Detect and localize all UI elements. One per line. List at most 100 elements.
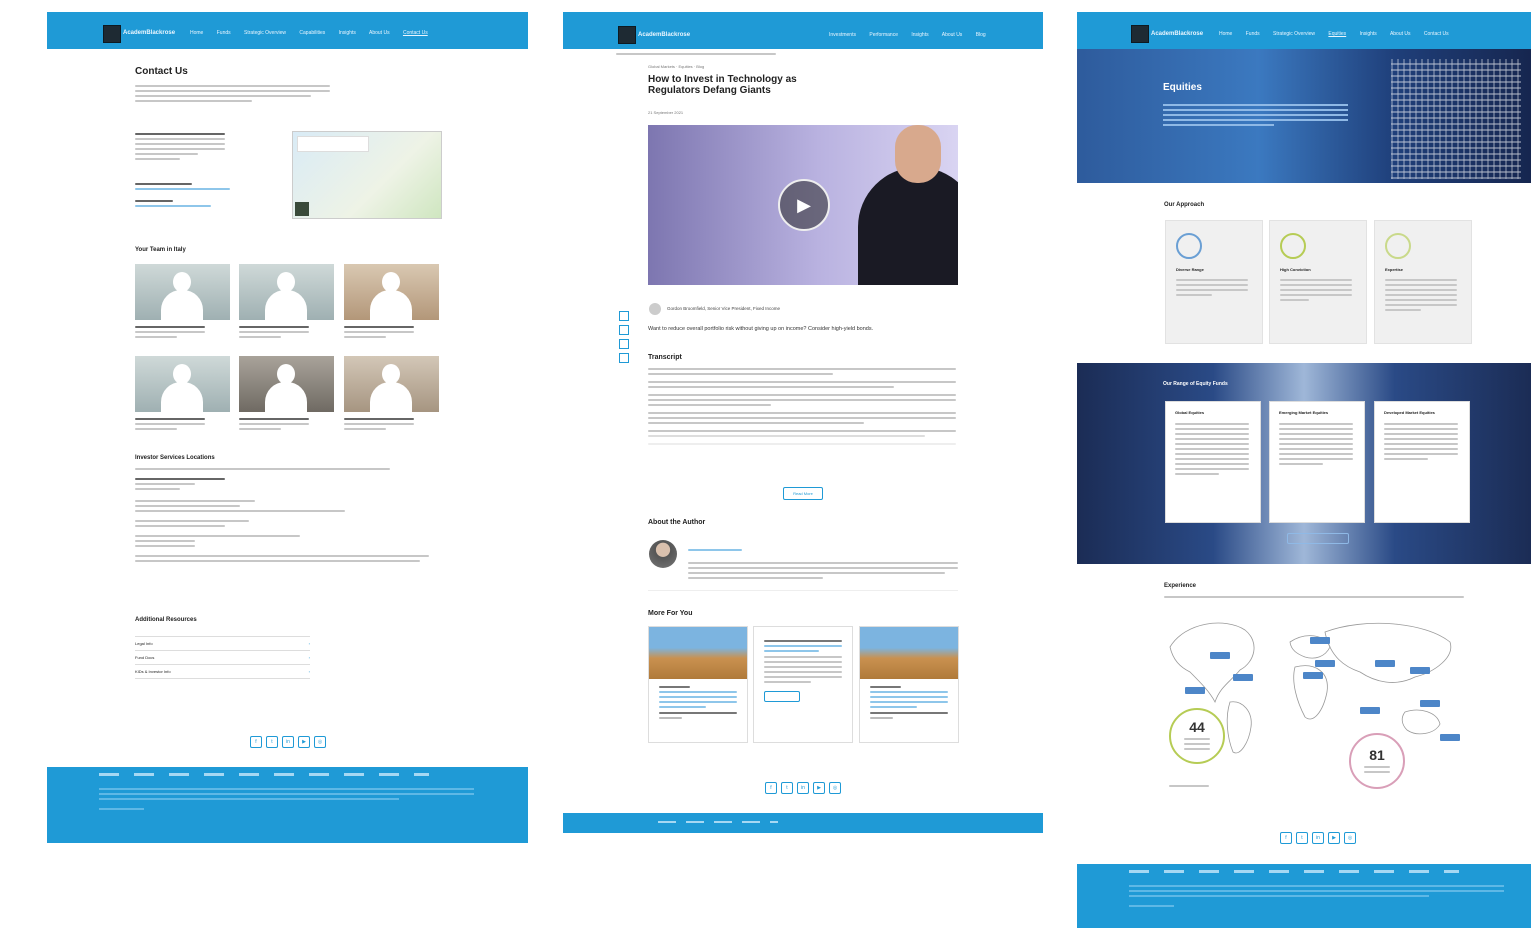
map-location-pin[interactable]: [1360, 707, 1380, 714]
brand-name: AcademBlackrose: [1151, 31, 1204, 37]
nav-insights[interactable]: Insights: [339, 30, 356, 36]
breadcrumb[interactable]: [616, 50, 776, 58]
related-card-image: [860, 627, 958, 679]
related-card-text: [860, 679, 958, 726]
instagram-icon[interactable]: ◎: [829, 782, 841, 794]
range-card[interactable]: Emerging Market Equities: [1269, 401, 1365, 523]
nav-investments[interactable]: Investments: [829, 32, 856, 38]
youtube-icon[interactable]: ▶: [1328, 832, 1340, 844]
nav-contact[interactable]: Contact Us: [403, 30, 428, 36]
top-navbar: AcademBlackrose Home Funds Strategic Ove…: [1077, 12, 1531, 49]
location-map[interactable]: [292, 131, 442, 219]
divider: [648, 590, 958, 591]
nav-insights[interactable]: Insights: [1360, 31, 1377, 37]
instagram-icon[interactable]: ◎: [1344, 832, 1356, 844]
twitter-icon[interactable]: t: [266, 736, 278, 748]
range-cta-button[interactable]: [1287, 533, 1349, 544]
map-location-pin[interactable]: [1303, 672, 1323, 679]
nav-blog[interactable]: Blog: [976, 32, 986, 38]
nav-funds[interactable]: Funds: [1246, 31, 1260, 37]
map-location-pin[interactable]: [1410, 667, 1430, 674]
hero-banner: Equities: [1077, 49, 1531, 183]
footer-links[interactable]: [1129, 870, 1459, 873]
nav-equities[interactable]: Equities: [1328, 31, 1346, 37]
linkedin-icon[interactable]: in: [797, 782, 809, 794]
resource-item[interactable]: KIDs & Investor Info ›: [135, 664, 310, 679]
play-icon[interactable]: ▶: [778, 179, 830, 231]
map-location-pin[interactable]: [1315, 660, 1335, 667]
map-location-pin[interactable]: [1420, 700, 1440, 707]
linkedin-icon[interactable]: in: [282, 736, 294, 748]
nav-home[interactable]: Home: [1219, 31, 1232, 37]
contact-links[interactable]: [135, 180, 230, 210]
presenter-head: [895, 125, 941, 183]
nav-about[interactable]: About Us: [369, 30, 390, 36]
range-heading: Our Range of Equity Funds: [1163, 381, 1228, 387]
share-email-icon[interactable]: [619, 353, 629, 363]
experience-heading: Experience: [1164, 583, 1197, 589]
team-member-caption: [135, 415, 205, 433]
facebook-icon[interactable]: f: [1280, 832, 1292, 844]
map-satellite-toggle[interactable]: [295, 202, 309, 216]
nav-funds[interactable]: Funds: [217, 30, 231, 36]
nav-contact[interactable]: Contact Us: [1424, 31, 1449, 37]
related-card-button[interactable]: [764, 691, 800, 702]
nav-capabilities[interactable]: Capabilities: [299, 30, 325, 36]
map-location-pin[interactable]: [1440, 734, 1460, 741]
article-lede: Want to reduce overall portfolio risk wi…: [648, 326, 874, 332]
social-links: f t in ▶ ◎: [250, 736, 326, 748]
logo-icon: [103, 25, 121, 43]
author-avatar: [649, 303, 661, 315]
range-card[interactable]: Developed Market Equities: [1374, 401, 1470, 523]
youtube-icon[interactable]: ▶: [298, 736, 310, 748]
video-player[interactable]: ▶: [648, 125, 958, 285]
share-twitter-icon[interactable]: [619, 325, 629, 335]
map-info-box: [297, 136, 369, 152]
twitter-icon[interactable]: t: [781, 782, 793, 794]
main-nav: Home Funds Strategic Overview Capabiliti…: [190, 30, 440, 36]
youtube-icon[interactable]: ▶: [813, 782, 825, 794]
map-location-pin[interactable]: [1185, 687, 1205, 694]
nav-home[interactable]: Home: [190, 30, 203, 36]
nav-about[interactable]: About Us: [1390, 31, 1411, 37]
range-card[interactable]: Global Equities: [1165, 401, 1261, 523]
presenter-body: [858, 167, 958, 285]
nav-strategic[interactable]: Strategic Overview: [244, 30, 286, 36]
site-footer: [1077, 864, 1531, 928]
twitter-icon[interactable]: t: [1296, 832, 1308, 844]
related-card[interactable]: [753, 626, 853, 743]
related-card[interactable]: [859, 626, 959, 743]
map-location-pin[interactable]: [1210, 652, 1230, 659]
footer-links[interactable]: [658, 821, 778, 823]
facebook-icon[interactable]: f: [250, 736, 262, 748]
investor-heading: Investor Services Locations: [135, 455, 215, 461]
map-location-pin[interactable]: [1375, 660, 1395, 667]
resource-item[interactable]: Fund Docs ›: [135, 650, 310, 664]
author-bio: [688, 541, 958, 582]
map-location-pin[interactable]: [1310, 637, 1330, 644]
team-heading: Your Team in Italy: [135, 247, 186, 253]
related-card[interactable]: [648, 626, 748, 743]
share-linkedin-icon[interactable]: [619, 339, 629, 349]
brand-name: AcademBlackrose: [123, 30, 176, 36]
resource-item[interactable]: Legal Info ›: [135, 636, 310, 650]
article-title: How to Invest in Technology as Regulators…: [648, 74, 797, 96]
top-navbar: AcademBlackrose Investments Performance …: [563, 12, 1043, 49]
nav-insights[interactable]: Insights: [911, 32, 928, 38]
read-more-button[interactable]: Read More: [783, 487, 823, 500]
footer-disclaimer: [1129, 882, 1504, 915]
intro-text: [135, 82, 330, 105]
nav-performance[interactable]: Performance: [869, 32, 898, 38]
footer-links[interactable]: [99, 773, 429, 776]
instagram-icon[interactable]: ◎: [314, 736, 326, 748]
facebook-icon[interactable]: f: [765, 782, 777, 794]
nav-about[interactable]: About Us: [942, 32, 963, 38]
linkedin-icon[interactable]: in: [1312, 832, 1324, 844]
more-for-you-heading: More For You: [648, 610, 693, 617]
equities-page-panel: AcademBlackrose Home Funds Strategic Ove…: [1077, 0, 1531, 928]
share-facebook-icon[interactable]: [619, 311, 629, 321]
nav-strategic[interactable]: Strategic Overview: [1273, 31, 1315, 37]
site-footer: [563, 813, 1043, 833]
approach-card: Diverse Range: [1165, 220, 1263, 344]
map-location-pin[interactable]: [1233, 674, 1253, 681]
